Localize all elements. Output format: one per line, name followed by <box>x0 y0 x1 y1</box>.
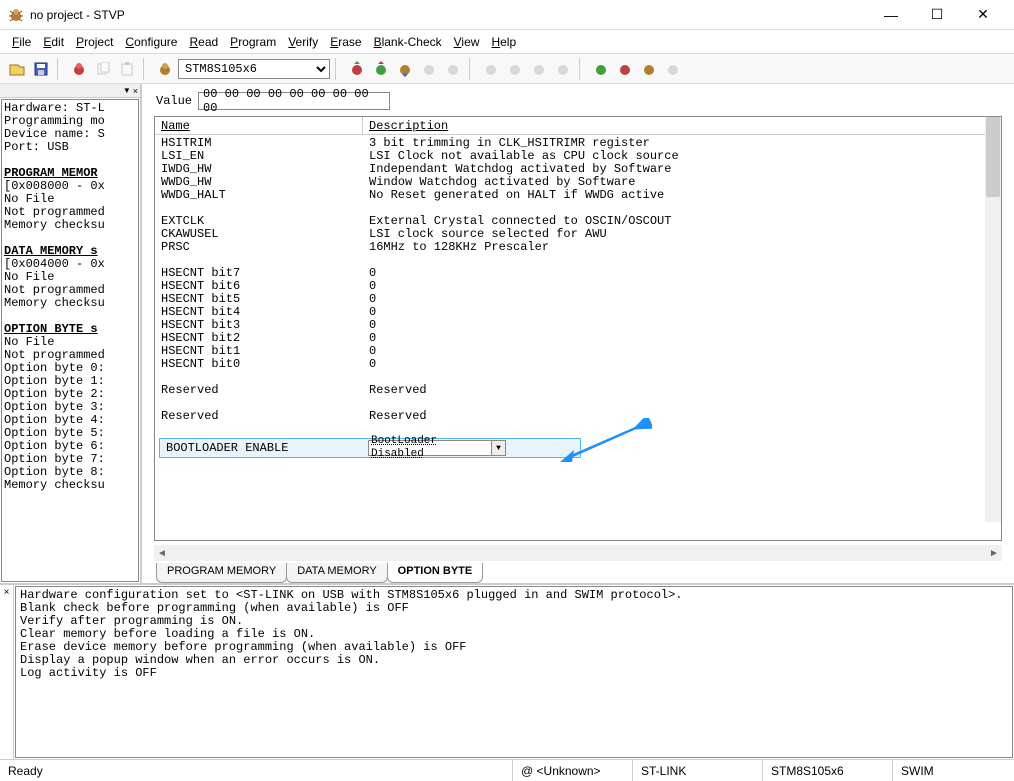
menubar: FileEditProjectConfigureReadProgramVerif… <box>0 30 1014 54</box>
grid-row[interactable]: HSECNT bit30 <box>155 319 1001 332</box>
bootloader-label: BOOTLOADER ENABLE <box>166 442 368 455</box>
tabs: PROGRAM MEMORYDATA MEMORYOPTION BYTE <box>148 563 1008 583</box>
minimize-button[interactable]: — <box>868 0 914 30</box>
content-panel: Value 00 00 00 00 00 00 00 00 00 Name De… <box>142 84 1014 583</box>
col-name[interactable]: Name <box>155 117 363 134</box>
status-device: STM8S105x6 <box>762 760 892 781</box>
log-content: Hardware configuration set to <ST-LINK o… <box>15 586 1013 758</box>
value-row: Value 00 00 00 00 00 00 00 00 00 <box>148 88 1008 114</box>
close-button[interactable]: ✕ <box>960 0 1006 30</box>
toolbar-btn-g1 <box>480 58 502 80</box>
open-icon[interactable] <box>6 58 28 80</box>
grid-row[interactable]: HSECNT bit50 <box>155 293 1001 306</box>
grid-header: Name Description <box>155 117 1001 135</box>
menu-edit[interactable]: Edit <box>39 33 68 51</box>
status-ready: Ready <box>0 760 512 781</box>
copy-icon <box>92 58 114 80</box>
program-current-icon[interactable] <box>394 58 416 80</box>
col-description[interactable]: Description <box>363 117 1001 134</box>
grid-body: HSITRIM3 bit trimming in CLK_HSITRIMR re… <box>155 135 1001 540</box>
log-close-icon[interactable]: × <box>0 585 14 759</box>
grid-row[interactable]: HSECNT bit00 <box>155 358 1001 371</box>
horizontal-scrollbar[interactable]: ◄ ► <box>154 545 1002 561</box>
grid-row[interactable]: CKAWUSELLSI clock source selected for AW… <box>155 228 1001 241</box>
read-all-icon[interactable] <box>370 58 392 80</box>
toolbar-btn-last <box>662 58 684 80</box>
grid-row[interactable]: WWDG_HALTNo Reset generated on HALT if W… <box>155 189 1001 202</box>
grid-row[interactable]: HSECNT bit60 <box>155 280 1001 293</box>
verify-icon <box>442 58 464 80</box>
grid-row[interactable]: PRSC16MHz to 128KHz Prescaler <box>155 241 1001 254</box>
panel-close-icon[interactable]: × <box>133 86 138 96</box>
menu-read[interactable]: Read <box>185 33 222 51</box>
grid-row[interactable]: HSECNT bit20 <box>155 332 1001 345</box>
menu-program[interactable]: Program <box>226 33 280 51</box>
statusbar: Ready @ <Unknown> ST-LINK STM8S105x6 SWI… <box>0 759 1014 781</box>
menu-blankcheck[interactable]: Blank-Check <box>370 33 446 51</box>
titlebar: no project - STVP — ☐ ✕ <box>0 0 1014 30</box>
menu-help[interactable]: Help <box>487 33 520 51</box>
window-title: no project - STVP <box>30 8 868 22</box>
toolbar-btn-g4 <box>552 58 574 80</box>
value-input[interactable]: 00 00 00 00 00 00 00 00 00 <box>198 92 390 110</box>
menu-project[interactable]: Project <box>72 33 117 51</box>
menu-view[interactable]: View <box>450 33 484 51</box>
bootloader-select[interactable]: BootLoader Disabled▼ <box>368 440 506 456</box>
grid-row[interactable]: HSECNT bit40 <box>155 306 1001 319</box>
menu-verify[interactable]: Verify <box>284 33 322 51</box>
menu-file[interactable]: File <box>8 33 35 51</box>
toolbar-btn-g3 <box>528 58 550 80</box>
app-icon <box>8 7 24 23</box>
menu-configure[interactable]: Configure <box>121 33 181 51</box>
status-protocol: SWIM <box>892 760 1014 781</box>
vertical-scrollbar[interactable] <box>985 117 1001 522</box>
scroll-left-icon[interactable]: ◄ <box>154 545 170 561</box>
tab-data-memory[interactable]: DATA MEMORY <box>286 563 387 583</box>
panel-dropdown-icon[interactable]: ▼ <box>123 86 131 95</box>
toolbar-btn-brown[interactable] <box>638 58 660 80</box>
main-area: ▼ × Hardware: ST-L Programming mo Device… <box>0 84 1014 583</box>
log-panel: × Hardware configuration set to <ST-LINK… <box>0 583 1014 759</box>
toolbar: STM8S105x6 <box>0 54 1014 84</box>
menu-erase[interactable]: Erase <box>326 33 365 51</box>
bug-red-icon[interactable] <box>68 58 90 80</box>
info-panel-content: Hardware: ST-L Programming mo Device nam… <box>1 99 139 582</box>
info-panel: ▼ × Hardware: ST-L Programming mo Device… <box>0 84 142 583</box>
save-icon[interactable] <box>30 58 52 80</box>
device-select[interactable]: STM8S105x6 <box>178 59 330 79</box>
read-current-icon[interactable] <box>346 58 368 80</box>
status-address: @ <Unknown> <box>512 760 632 781</box>
bug-config-icon[interactable] <box>154 58 176 80</box>
toolbar-btn-g2 <box>504 58 526 80</box>
grid-row[interactable]: HSECNT bit70 <box>155 267 1001 280</box>
grid-row[interactable]: ReservedReserved <box>155 384 1001 397</box>
grid-row[interactable]: HSECNT bit10 <box>155 345 1001 358</box>
tab-option-byte[interactable]: OPTION BYTE <box>387 563 484 583</box>
program-all-icon <box>418 58 440 80</box>
value-label: Value <box>156 94 192 108</box>
toolbar-btn-red[interactable] <box>614 58 636 80</box>
toolbar-btn-green[interactable] <box>590 58 612 80</box>
status-link: ST-LINK <box>632 760 762 781</box>
bootloader-row[interactable]: BOOTLOADER ENABLEBootLoader Disabled▼ <box>159 438 581 458</box>
scroll-right-icon[interactable]: ► <box>986 545 1002 561</box>
grid-row[interactable]: ReservedReserved <box>155 410 1001 423</box>
panel-header: ▼ × <box>0 84 140 98</box>
paste-icon <box>116 58 138 80</box>
maximize-button[interactable]: ☐ <box>914 0 960 30</box>
tab-program-memory[interactable]: PROGRAM MEMORY <box>156 563 287 583</box>
chevron-down-icon[interactable]: ▼ <box>491 441 505 455</box>
option-grid: Name Description HSITRIM3 bit trimming i… <box>154 116 1002 541</box>
